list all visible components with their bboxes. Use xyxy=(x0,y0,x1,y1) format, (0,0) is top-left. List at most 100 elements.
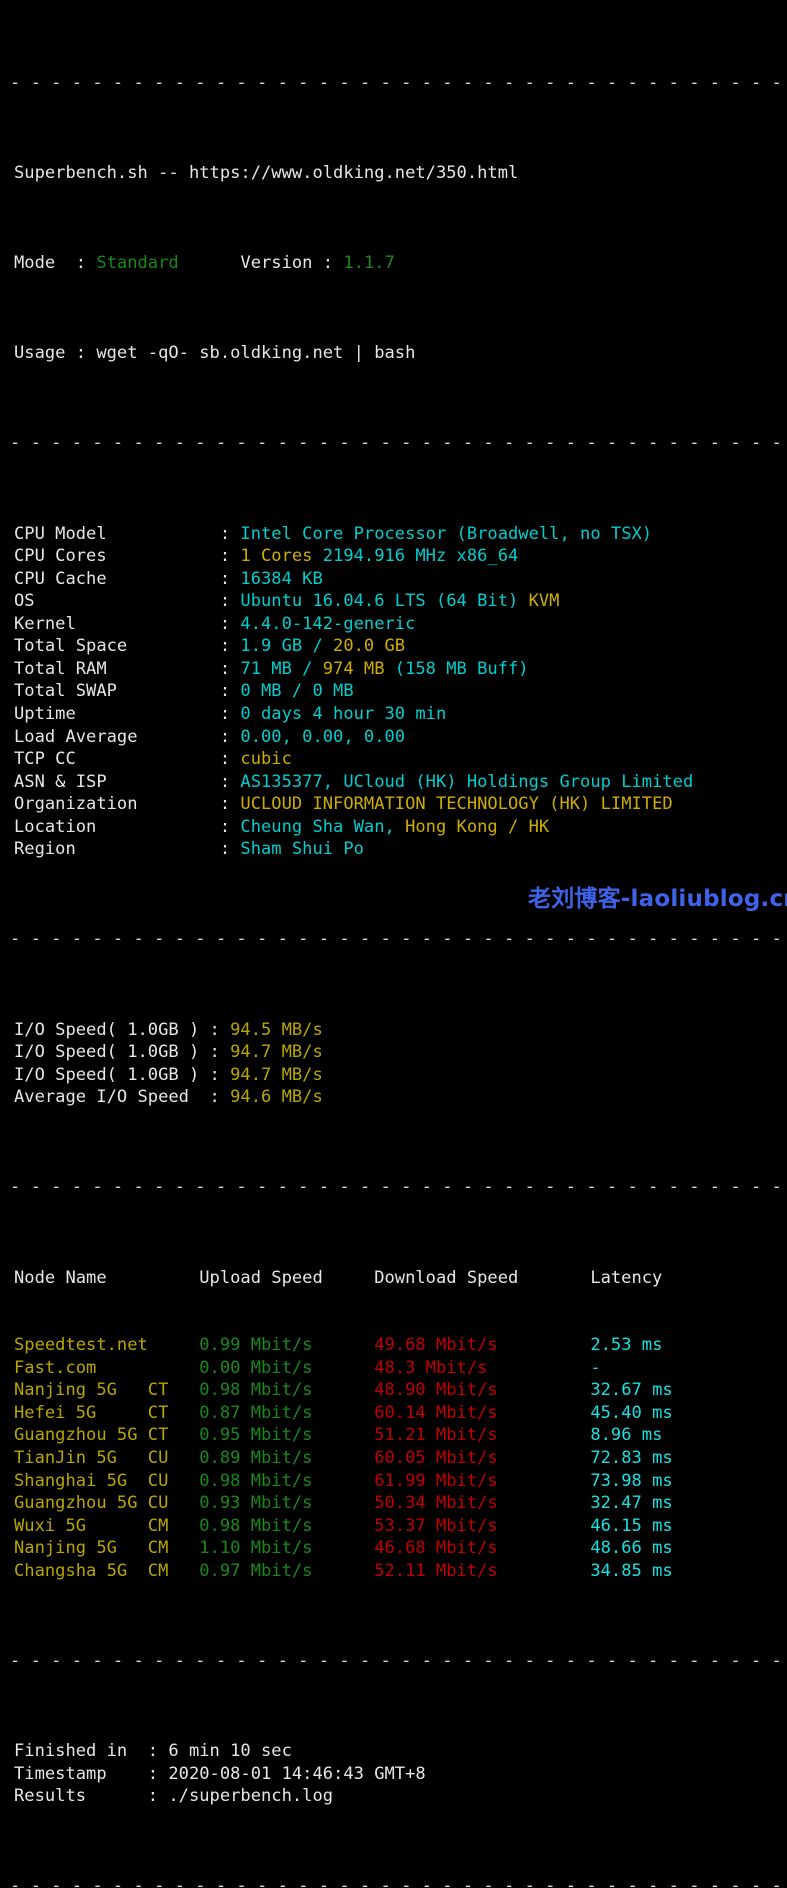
io-speed-block: I/O Speed( 1.0GB ) : 94.5 MB/sI/O Speed(… xyxy=(0,1019,787,1109)
speedtest-latency: 48.66 ms xyxy=(590,1538,672,1558)
speedtest-isp xyxy=(148,1335,199,1355)
sysinfo-label: TCP CC : xyxy=(14,749,240,769)
speedtest-isp: CU xyxy=(148,1493,199,1513)
iospeed-label: I/O Speed( 1.0GB ) : xyxy=(14,1065,230,1085)
header-mode-line: Mode : Standard Version : 1.1.7 xyxy=(0,252,787,275)
iospeed-value: 94.6 MB/s xyxy=(230,1087,323,1107)
speedtest-download: 49.68 Mbit/s xyxy=(374,1335,590,1355)
iospeed-label: Average I/O Speed : xyxy=(14,1087,230,1107)
sysinfo-row: Organization : UCLOUD INFORMATION TECHNO… xyxy=(0,793,787,816)
separator-after-sysinfo: - - - - - - - - - - - - - - - - - - - - … xyxy=(0,928,787,951)
sysinfo-row: OS : Ubuntu 16.04.6 LTS (64 Bit) KVM xyxy=(0,590,787,613)
sysinfo-row: CPU Cores : 1 Cores 2194.916 MHz x86_64 xyxy=(0,545,787,568)
sysinfo-value-part: Intel Core Processor (Broadwell, no TSX) xyxy=(240,524,652,544)
version-value: 1.1.7 xyxy=(343,253,394,273)
speedtest-upload: 0.99 Mbit/s xyxy=(199,1335,374,1355)
sysinfo-row: ASN & ISP : AS135377, UCloud (HK) Holdin… xyxy=(0,771,787,794)
speedtest-row: Guangzhou 5G CT 0.95 Mbit/s 51.21 Mbit/s… xyxy=(0,1424,787,1447)
speedtest-isp: CT xyxy=(148,1403,199,1423)
sysinfo-label: CPU Model : xyxy=(14,524,240,544)
sysinfo-value-part: / xyxy=(292,659,323,679)
iospeed-label: I/O Speed( 1.0GB ) : xyxy=(14,1020,230,1040)
sysinfo-label: ASN & ISP : xyxy=(14,772,240,792)
sysinfo-value-part: Ubuntu 16.04.6 LTS (64 Bit) xyxy=(240,591,518,611)
sysinfo-value-part: 71 MB xyxy=(240,659,291,679)
speedtest-download: 53.37 Mbit/s xyxy=(374,1516,590,1536)
separator-after-header: - - - - - - - - - - - - - - - - - - - - … xyxy=(0,432,787,455)
speedtest-node-name: Hefei 5G xyxy=(14,1403,148,1423)
speedtest-latency: - xyxy=(590,1358,600,1378)
speedtest-row: Guangzhou 5G CU 0.93 Mbit/s 50.34 Mbit/s… xyxy=(0,1492,787,1515)
speedtest-download: 46.68 Mbit/s xyxy=(374,1538,590,1558)
sysinfo-value-part: cubic xyxy=(240,749,291,769)
speedtest-results-block: Speedtest.net 0.99 Mbit/s 49.68 Mbit/s 2… xyxy=(0,1334,787,1582)
sysinfo-value-part: AS135377, UCloud (HK) Holdings Group Lim… xyxy=(240,772,693,792)
speedtest-isp: CM xyxy=(148,1516,199,1536)
sysinfo-value-part: 16384 KB xyxy=(240,569,322,589)
speedtest-upload: 0.87 Mbit/s xyxy=(199,1403,374,1423)
speedtest-upload: 0.00 Mbit/s xyxy=(199,1358,374,1378)
speedtest-latency: 73.98 ms xyxy=(590,1471,672,1491)
speedtest-node-name: Guangzhou 5G xyxy=(14,1493,148,1513)
iospeed-value: 94.7 MB/s xyxy=(230,1042,323,1062)
speedtest-row: Shanghai 5G CU 0.98 Mbit/s 61.99 Mbit/s … xyxy=(0,1470,787,1493)
watermark: 老刘博客-laoliublog.cn xyxy=(528,888,787,911)
speedtest-row: Nanjing 5G CT 0.98 Mbit/s 48.90 Mbit/s 3… xyxy=(0,1379,787,1402)
script-title: Superbench.sh -- https://www.oldking.net… xyxy=(14,163,518,183)
speedtest-row: Wuxi 5G CM 0.98 Mbit/s 53.37 Mbit/s 46.1… xyxy=(0,1515,787,1538)
footer-value: 2020-08-01 14:46:43 GMT+8 xyxy=(168,1764,425,1784)
footer-label: Timestamp : xyxy=(14,1764,168,1784)
separator-bottom: - - - - - - - - - - - - - - - - - - - - … xyxy=(0,1875,787,1888)
sysinfo-row: Region : Sham Shui Po xyxy=(0,838,787,861)
sysinfo-label: Organization : xyxy=(14,794,240,814)
separator-after-iospeed: - - - - - - - - - - - - - - - - - - - - … xyxy=(0,1176,787,1199)
sysinfo-label: Kernel : xyxy=(14,614,240,634)
sysinfo-value-part: 0 days 4 hour 30 min xyxy=(240,704,446,724)
speedtest-column-headers: Node Name Upload Speed Download Speed La… xyxy=(14,1268,662,1288)
separator-top: - - - - - - - - - - - - - - - - - - - - … xyxy=(0,72,787,95)
iospeed-row: Average I/O Speed : 94.6 MB/s xyxy=(0,1086,787,1109)
sysinfo-value-part: UCLOUD INFORMATION TECHNOLOGY (HK) LIMIT… xyxy=(240,794,672,814)
sysinfo-value-part: 4.4.0-142-generic xyxy=(240,614,415,634)
speedtest-download: 51.21 Mbit/s xyxy=(374,1425,590,1445)
speedtest-isp: CT xyxy=(148,1380,199,1400)
speedtest-isp: CT xyxy=(148,1425,199,1445)
speedtest-upload: 0.98 Mbit/s xyxy=(199,1516,374,1536)
sysinfo-label: CPU Cache : xyxy=(14,569,240,589)
sysinfo-value-part: 1 Cores xyxy=(240,546,312,566)
speedtest-download: 48.3 Mbit/s xyxy=(374,1358,590,1378)
sysinfo-label: OS : xyxy=(14,591,240,611)
separator-after-speedtest: - - - - - - - - - - - - - - - - - - - - … xyxy=(0,1650,787,1673)
speedtest-node-name: Shanghai 5G xyxy=(14,1471,148,1491)
speedtest-latency: 45.40 ms xyxy=(590,1403,672,1423)
sysinfo-value-part: 20.0 GB xyxy=(333,636,405,656)
sysinfo-row: Location : Cheung Sha Wan, Hong Kong / H… xyxy=(0,816,787,839)
mode-label: Mode : xyxy=(14,253,96,273)
speedtest-row: TianJin 5G CU 0.89 Mbit/s 60.05 Mbit/s 7… xyxy=(0,1447,787,1470)
speedtest-node-name: Speedtest.net xyxy=(14,1335,148,1355)
speedtest-latency: 34.85 ms xyxy=(590,1561,672,1581)
speedtest-download: 50.34 Mbit/s xyxy=(374,1493,590,1513)
speedtest-isp xyxy=(148,1358,199,1378)
sysinfo-label: Total Space : xyxy=(14,636,240,656)
sysinfo-row: Load Average : 0.00, 0.00, 0.00 xyxy=(0,726,787,749)
footer-label: Results : xyxy=(14,1786,168,1806)
sysinfo-value-part: (158 MB Buff) xyxy=(385,659,529,679)
speedtest-download: 61.99 Mbit/s xyxy=(374,1471,590,1491)
sysinfo-row: Kernel : 4.4.0-142-generic xyxy=(0,613,787,636)
footer-block: Finished in : 6 min 10 secTimestamp : 20… xyxy=(0,1740,787,1808)
sysinfo-value-part: Cheung Sha Wan, xyxy=(240,817,394,837)
speedtest-isp: CU xyxy=(148,1471,199,1491)
sysinfo-value-part: 0 MB / 0 MB xyxy=(240,681,353,701)
speedtest-upload: 0.89 Mbit/s xyxy=(199,1448,374,1468)
header-title-line: Superbench.sh -- https://www.oldking.net… xyxy=(0,162,787,185)
speedtest-isp: CM xyxy=(148,1561,199,1581)
sysinfo-value-part: 0.00, 0.00, 0.00 xyxy=(240,727,405,747)
sysinfo-row: CPU Cache : 16384 KB xyxy=(0,568,787,591)
sysinfo-row: Total Space : 1.9 GB / 20.0 GB xyxy=(0,635,787,658)
sysinfo-value-part: / xyxy=(302,636,333,656)
sysinfo-value-part: 1.9 GB xyxy=(240,636,302,656)
iospeed-label: I/O Speed( 1.0GB ) : xyxy=(14,1042,230,1062)
speedtest-row: Changsha 5G CM 0.97 Mbit/s 52.11 Mbit/s … xyxy=(0,1560,787,1583)
speedtest-upload: 0.98 Mbit/s xyxy=(199,1380,374,1400)
